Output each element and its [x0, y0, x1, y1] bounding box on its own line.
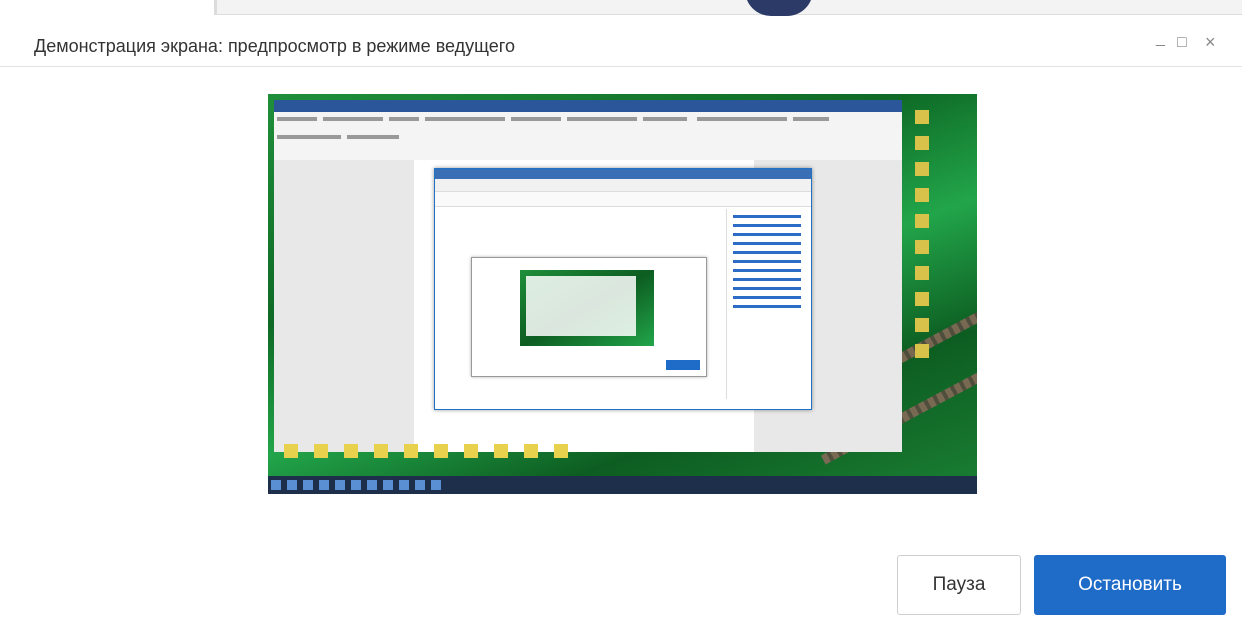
- pause-button[interactable]: Пауза: [897, 555, 1021, 615]
- desktop-icon-row: [276, 444, 576, 463]
- maximize-icon[interactable]: □: [1177, 34, 1187, 52]
- close-icon[interactable]: ×: [1205, 32, 1216, 53]
- preview-browser-window: [434, 168, 812, 410]
- preview-taskbar: [268, 476, 977, 494]
- dialog-title: Демонстрация экрана: предпросмотр в режи…: [34, 36, 515, 56]
- minimize-icon[interactable]: _: [1156, 30, 1165, 48]
- stop-button[interactable]: Остановить: [1034, 555, 1226, 615]
- dialog-title-bar: Демонстрация экрана: предпросмотр в режи…: [0, 16, 1242, 67]
- preview-nested-dialog: [471, 257, 707, 377]
- background-window-strip: [0, 0, 1242, 16]
- background-window-bar: [214, 0, 1242, 15]
- screen-share-preview: [268, 94, 977, 494]
- desktop-icons: [907, 98, 967, 370]
